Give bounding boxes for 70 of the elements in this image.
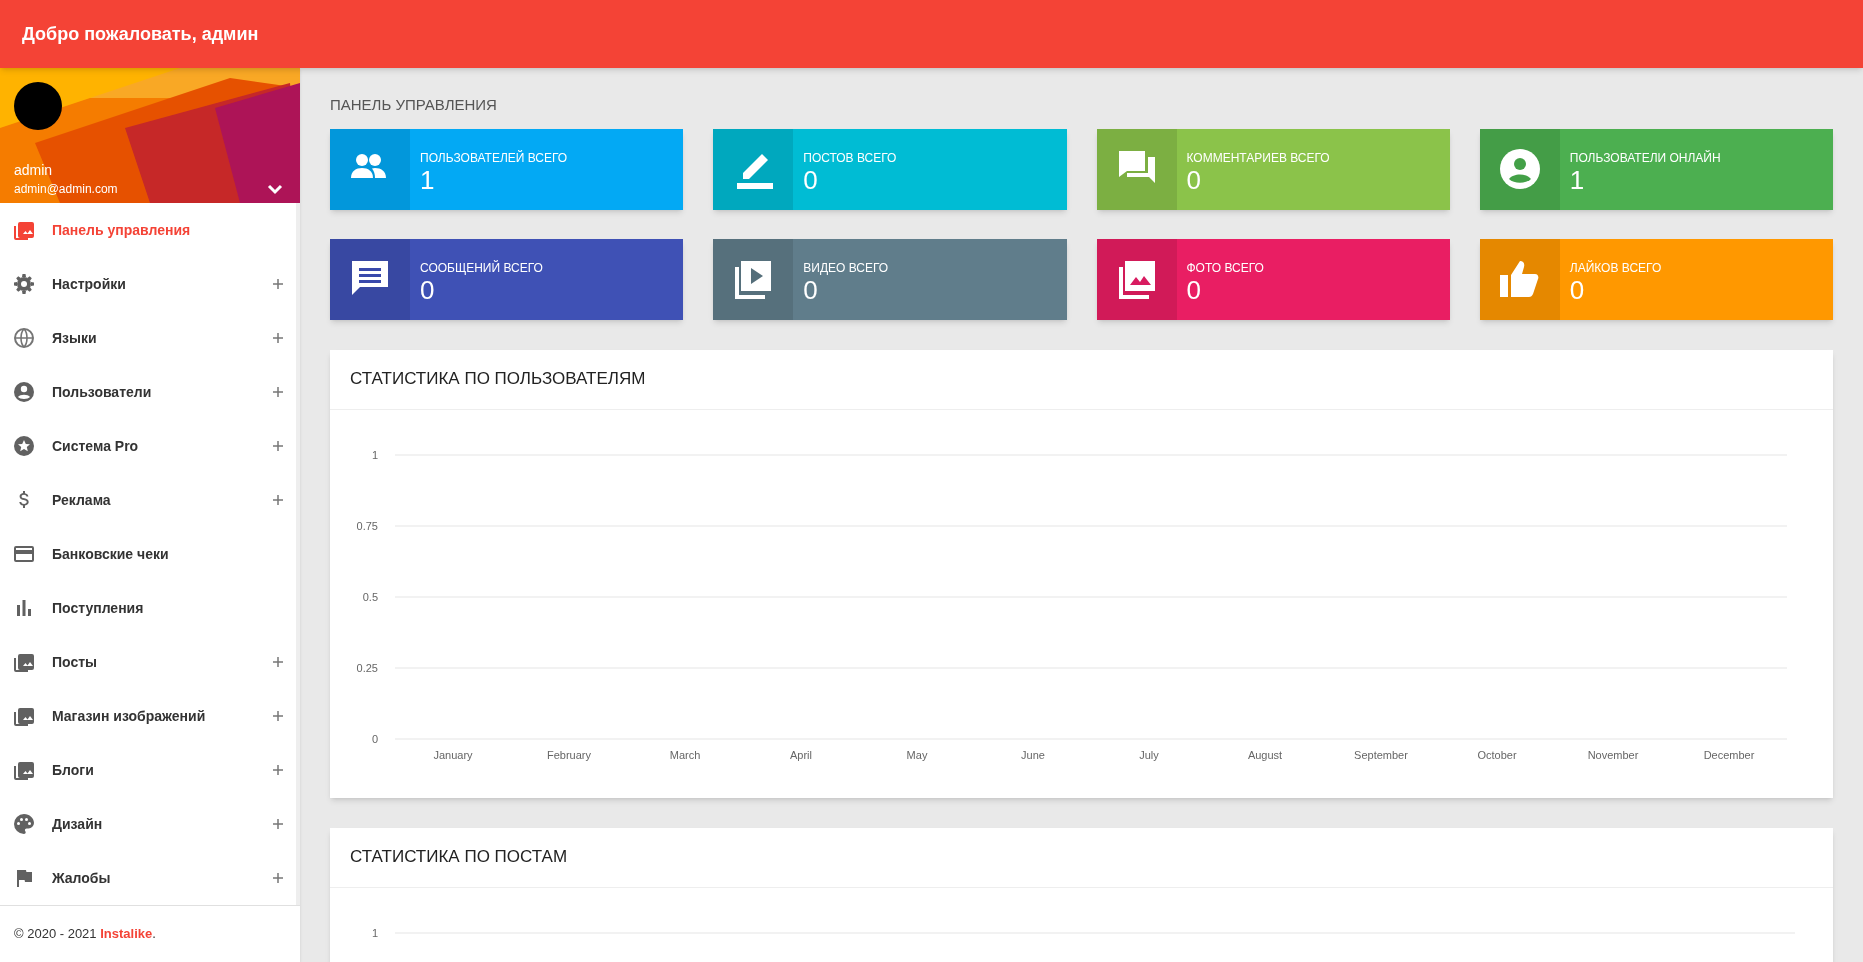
header-title: Добро пожаловать, админ: [22, 22, 259, 46]
x-tick-label: September: [1354, 748, 1408, 761]
stat-label: ПОЛЬЗОВАТЕЛИ ОНЛАЙН: [1569, 150, 1721, 165]
sidebar-item[interactable]: Пользователи: [0, 365, 296, 419]
y-tick-label: 1: [371, 926, 378, 939]
x-tick-label: April: [790, 748, 812, 761]
x-tick-label: October: [1477, 748, 1517, 761]
globe-icon: [12, 326, 36, 350]
plus-icon[interactable]: [272, 872, 284, 884]
y-tick-label: 1: [371, 448, 378, 461]
y-tick-label: 0.75: [356, 519, 378, 532]
chart-title: СТАТИСТИКА ПО ПОСТАМ: [350, 846, 568, 869]
plus-icon[interactable]: [272, 494, 284, 506]
sidebar-item[interactable]: Панель управления: [0, 203, 296, 257]
chevron-down-icon[interactable]: [266, 183, 284, 195]
gear-icon: [12, 272, 36, 296]
profile-email: admin@admin.com: [14, 181, 118, 198]
sidebar-item[interactable]: Посты: [0, 635, 296, 689]
x-tick-label: December: [1703, 748, 1755, 761]
chart-title: СТАТИСТИКА ПО ПОЛЬЗОВАТЕЛЯМ: [350, 368, 646, 391]
x-tick-label: July: [1139, 748, 1159, 761]
user-circle-icon: [12, 380, 36, 404]
y-tick-label: 0.5: [362, 590, 378, 603]
x-tick-label: November: [1587, 748, 1639, 761]
plus-icon[interactable]: [272, 656, 284, 668]
sidebar-item[interactable]: Блоги: [0, 743, 296, 797]
stat-value: 0: [1569, 274, 1586, 305]
x-tick-label: May: [906, 748, 928, 761]
star-circle-icon: [12, 434, 36, 458]
profile-name: admin: [14, 161, 53, 180]
stat-value: 0: [1186, 274, 1202, 305]
stat-label: ПОСТОВ ВСЕГО: [803, 150, 897, 165]
page-title: ПАНЕЛЬ УПРАВЛЕНИЯ: [330, 95, 498, 115]
sidebar-item[interactable]: Поступления: [0, 581, 296, 635]
stat-label: СООБЩЕНИЙ ВСЕГО: [420, 260, 543, 275]
x-tick-label: March: [669, 748, 701, 761]
stat-label: ПОЛЬЗОВАТЕЛЕЙ ВСЕГО: [420, 150, 568, 165]
sidebar-item[interactable]: Языки: [0, 311, 296, 365]
x-tick-label: January: [433, 748, 473, 761]
stat-value: 0: [803, 274, 818, 305]
plus-icon[interactable]: [272, 386, 284, 398]
copyright-text: © 2020 - 2021 Instalike.: [14, 925, 156, 944]
plus-icon[interactable]: [272, 332, 284, 344]
x-tick-label: February: [547, 748, 591, 761]
stat-value: 1: [420, 164, 436, 195]
plus-icon[interactable]: [272, 278, 284, 290]
plus-icon[interactable]: [272, 710, 284, 722]
sidebar-item[interactable]: Дизайн: [0, 797, 296, 851]
stat-value: 0: [420, 274, 435, 305]
stat-value: 0: [803, 164, 819, 195]
stat-label: ФОТО ВСЕГО: [1186, 260, 1264, 275]
sidebar-item[interactable]: Магазин изображений: [0, 689, 296, 743]
stat-value: 1: [1569, 164, 1586, 195]
sidebar-item[interactable]: Реклама: [0, 473, 296, 527]
y-tick-label: 0.25: [356, 661, 378, 674]
x-tick-label: June: [1021, 748, 1045, 761]
stat-label: КОММЕНТАРИЕВ ВСЕГО: [1186, 150, 1330, 165]
stat-value: 0: [1186, 164, 1202, 195]
sidebar-item[interactable]: Банковские чеки: [0, 527, 296, 581]
y-tick-label: 0: [371, 732, 378, 745]
sidebar-item[interactable]: Жалобы: [0, 851, 296, 905]
stat-label: ЛАЙКОВ ВСЕГО: [1569, 260, 1662, 275]
plus-icon[interactable]: [272, 764, 284, 776]
stat-label: ВИДЕО ВСЕГО: [803, 260, 889, 275]
sidebar-item[interactable]: Настройки: [0, 257, 296, 311]
plus-icon[interactable]: [272, 440, 284, 452]
x-tick-label: August: [1247, 748, 1283, 761]
plus-icon[interactable]: [272, 818, 284, 830]
sidebar-item[interactable]: Система Pro: [0, 419, 296, 473]
palette-icon: [12, 812, 36, 836]
